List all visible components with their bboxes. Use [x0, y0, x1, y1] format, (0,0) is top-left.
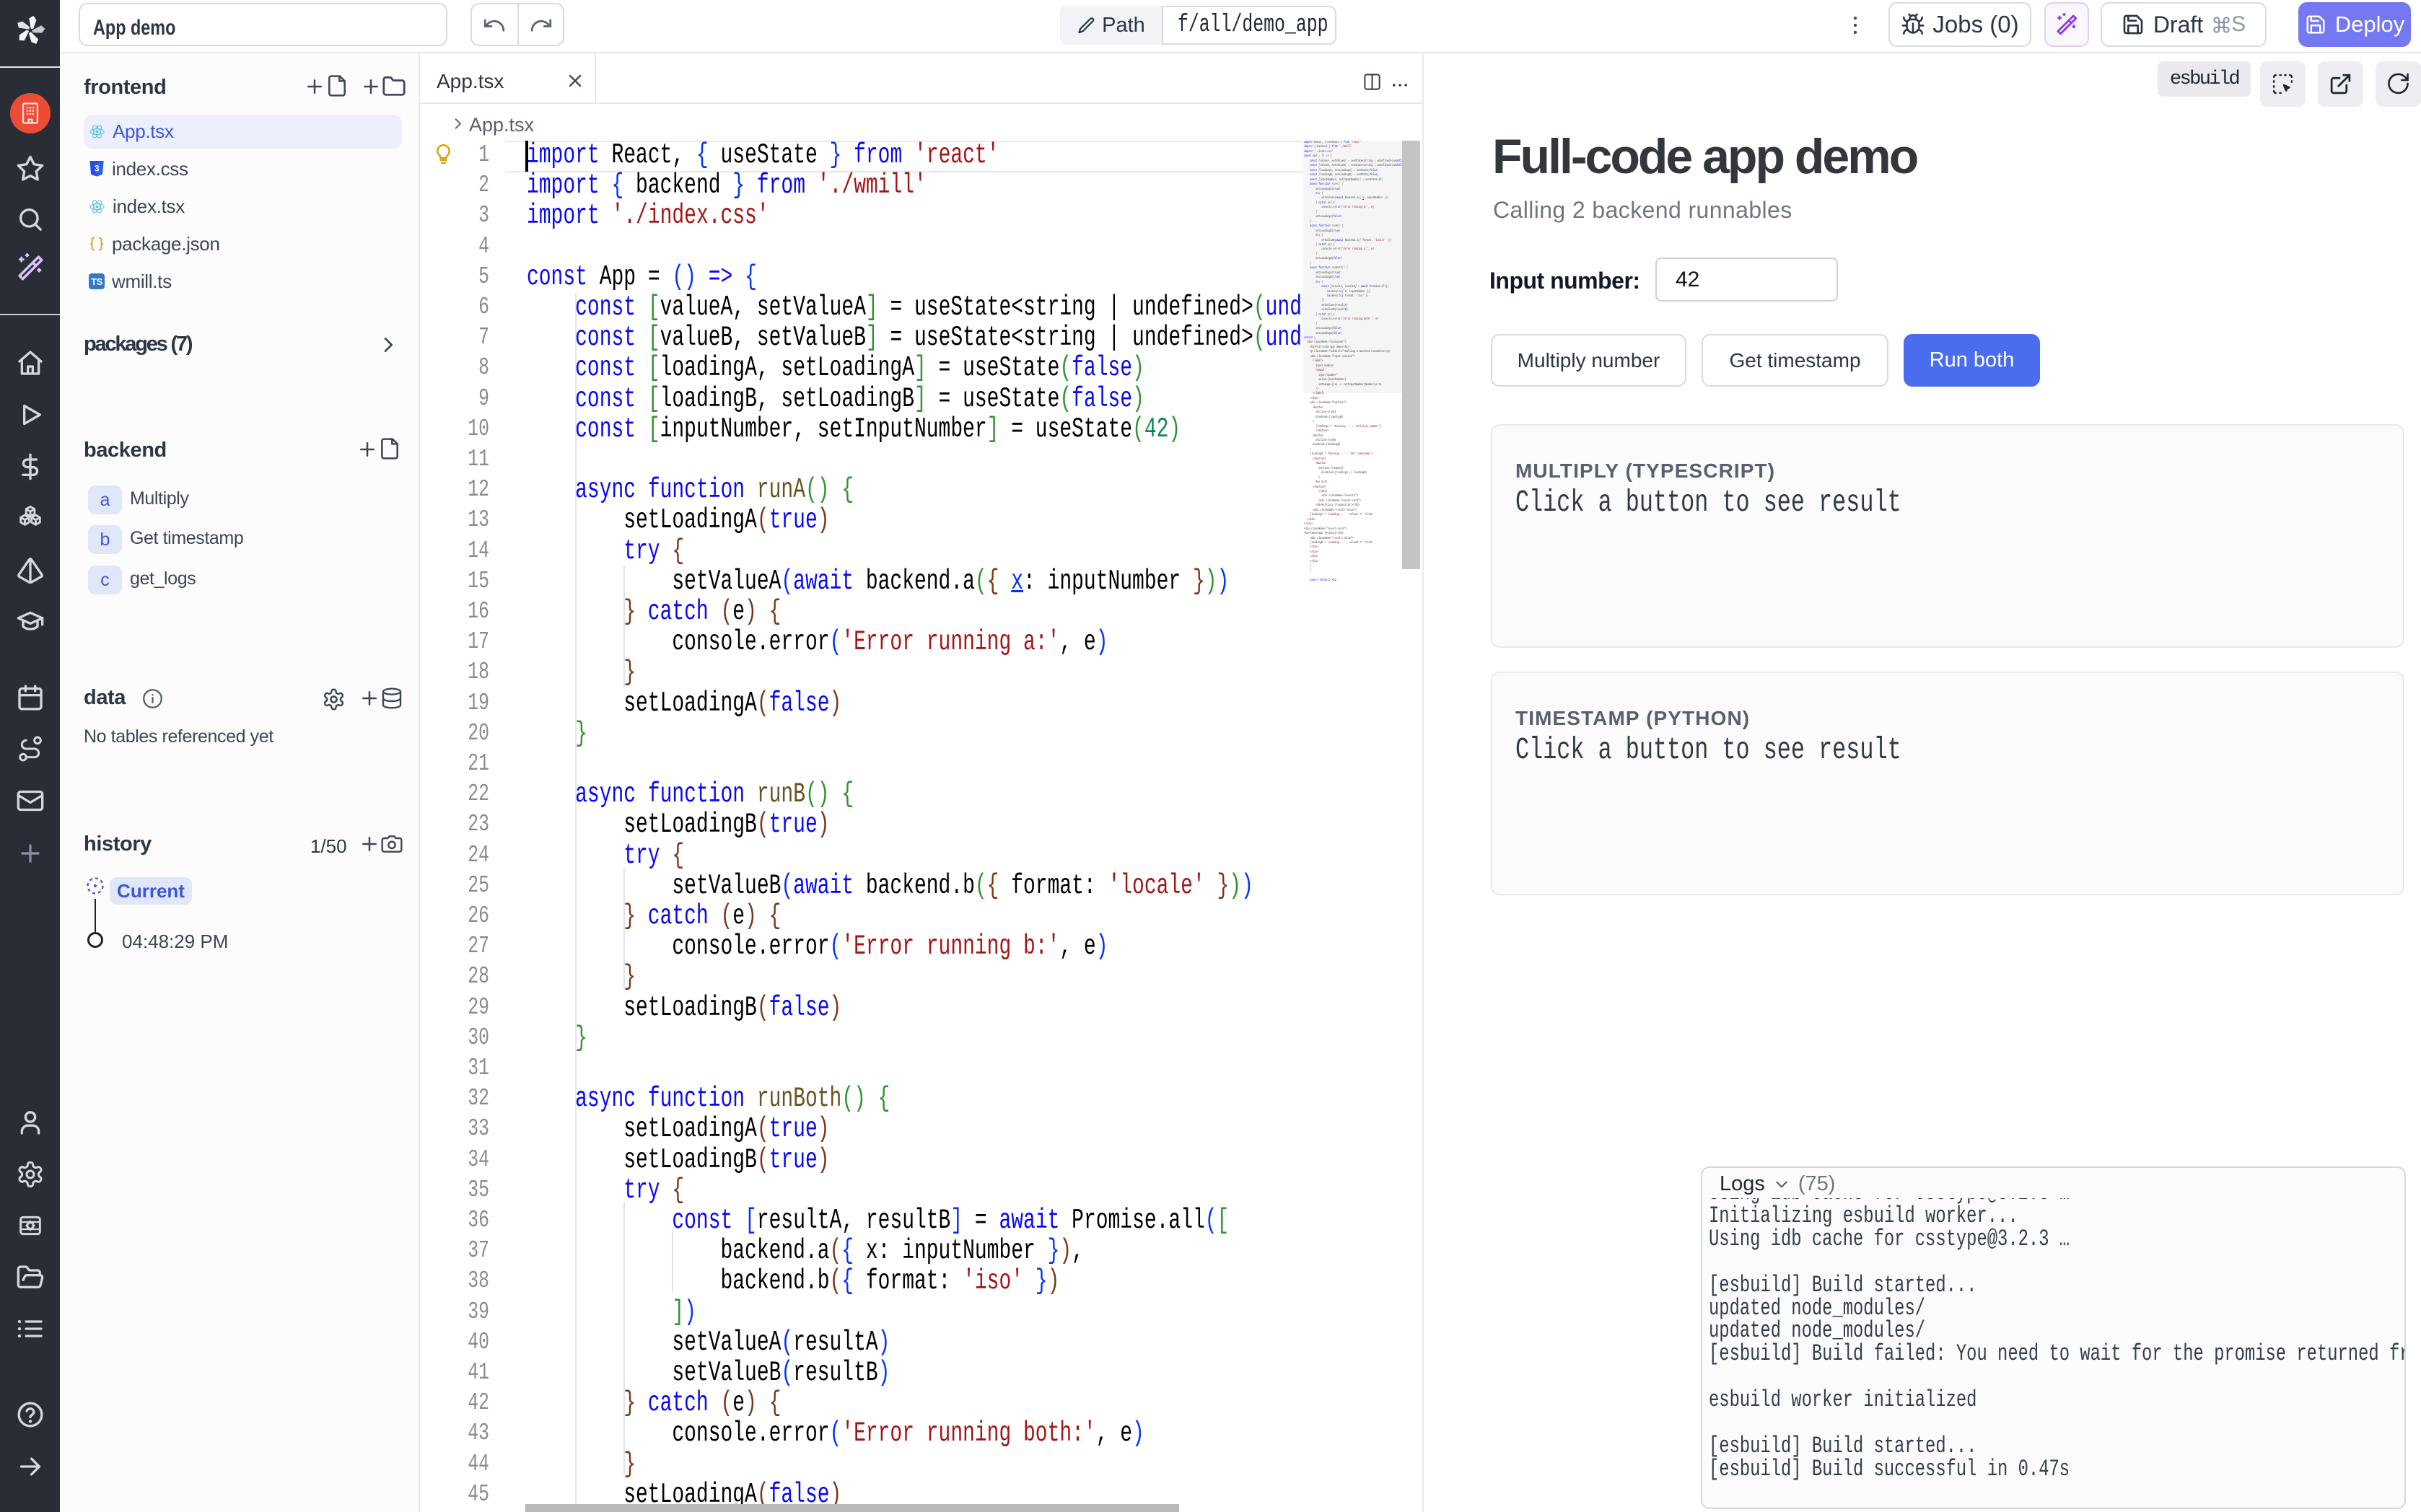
svg-text:3: 3 — [95, 164, 100, 174]
